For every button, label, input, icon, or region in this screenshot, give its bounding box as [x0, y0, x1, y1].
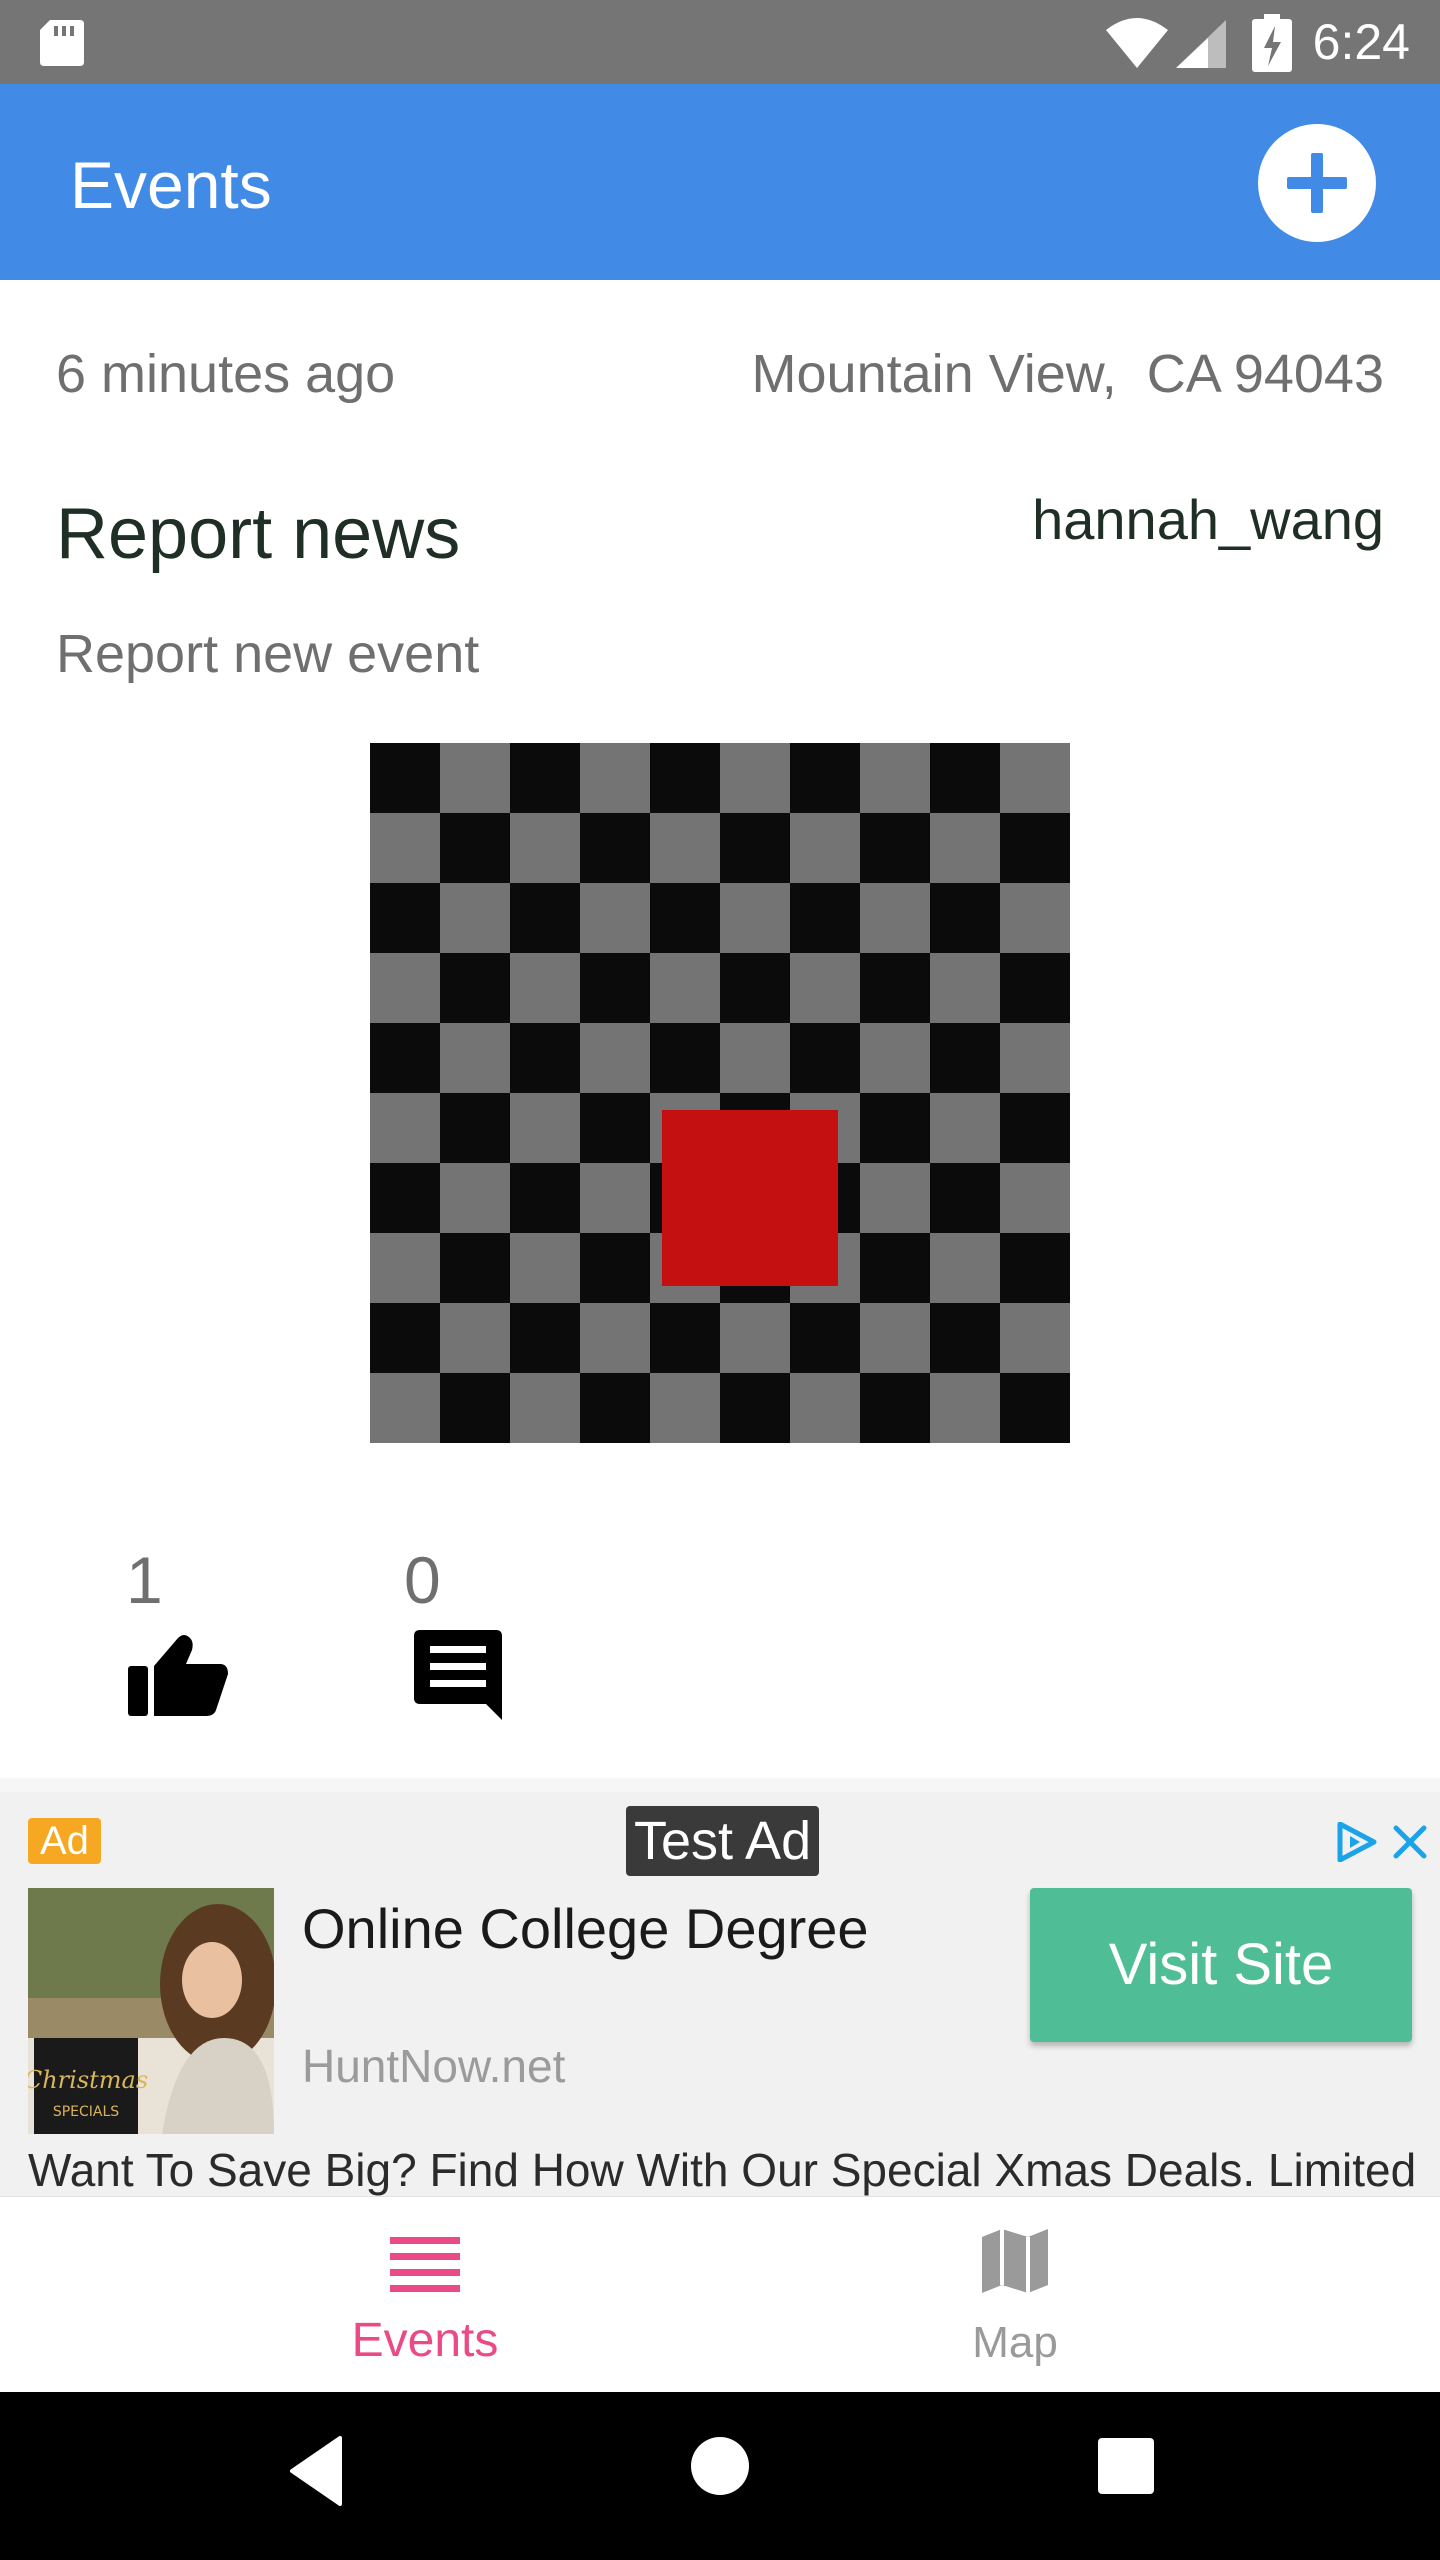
- list-icon: [390, 2237, 460, 2292]
- ad-banner[interactable]: Ad Test Ad Christmas SPECIALS Online Col…: [0, 1778, 1440, 2196]
- ad-badge: Ad: [28, 1818, 101, 1864]
- page-title: Events: [70, 148, 272, 222]
- ad-image[interactable]: Christmas SPECIALS: [28, 1888, 274, 2134]
- nav-item-events[interactable]: Events: [300, 2197, 550, 2393]
- event-username[interactable]: hannah_wang: [1032, 488, 1384, 552]
- nav-label-map: Map: [972, 2318, 1058, 2367]
- event-time: 6 minutes ago: [56, 344, 396, 404]
- map-icon: [982, 2229, 1048, 2293]
- home-icon[interactable]: [690, 2436, 750, 2496]
- nav-label-events: Events: [351, 2314, 499, 2367]
- event-location: Mountain View, CA 94043: [751, 344, 1384, 404]
- wifi-icon: [1106, 18, 1168, 68]
- like-count: 1: [126, 1543, 163, 1617]
- event-description: Report new event: [56, 624, 480, 684]
- ad-choices-icon[interactable]: [1336, 1822, 1378, 1862]
- signal-icon: [1176, 20, 1226, 68]
- app-bar: Events: [0, 84, 1440, 280]
- thumb-up-icon[interactable]: [128, 1632, 228, 1716]
- svg-text:SPECIALS: SPECIALS: [53, 2104, 119, 2120]
- status-clock: 6:24: [1312, 14, 1410, 70]
- add-circle-icon: [1287, 153, 1347, 213]
- ad-test-label: Test Ad: [626, 1806, 820, 1876]
- system-navigation-bar: [0, 2392, 1440, 2560]
- ad-domain: HuntNow.net: [302, 2040, 566, 2092]
- ad-body-text: Want To Save Big? Find How With Our Spec…: [28, 2144, 1417, 2196]
- back-icon[interactable]: [286, 2436, 346, 2506]
- close-icon[interactable]: [1392, 1824, 1428, 1860]
- sd-card-icon: [40, 20, 84, 66]
- visit-site-button[interactable]: Visit Site: [1030, 1888, 1412, 2042]
- add-event-button[interactable]: [1258, 124, 1376, 242]
- comment-icon[interactable]: [414, 1630, 502, 1720]
- bottom-navigation: Events Map: [0, 2196, 1440, 2392]
- nav-item-map[interactable]: Map: [890, 2197, 1140, 2393]
- event-title[interactable]: Report news: [56, 494, 460, 574]
- svg-text:Christmas: Christmas: [28, 2066, 148, 2094]
- status-bar: 6:24: [0, 0, 1440, 84]
- battery-charging-icon: [1252, 14, 1292, 72]
- event-image[interactable]: [370, 743, 1070, 1443]
- ad-headline[interactable]: Online College Degree: [302, 1896, 869, 1962]
- comment-count: 0: [404, 1543, 441, 1617]
- recents-icon[interactable]: [1098, 2438, 1154, 2494]
